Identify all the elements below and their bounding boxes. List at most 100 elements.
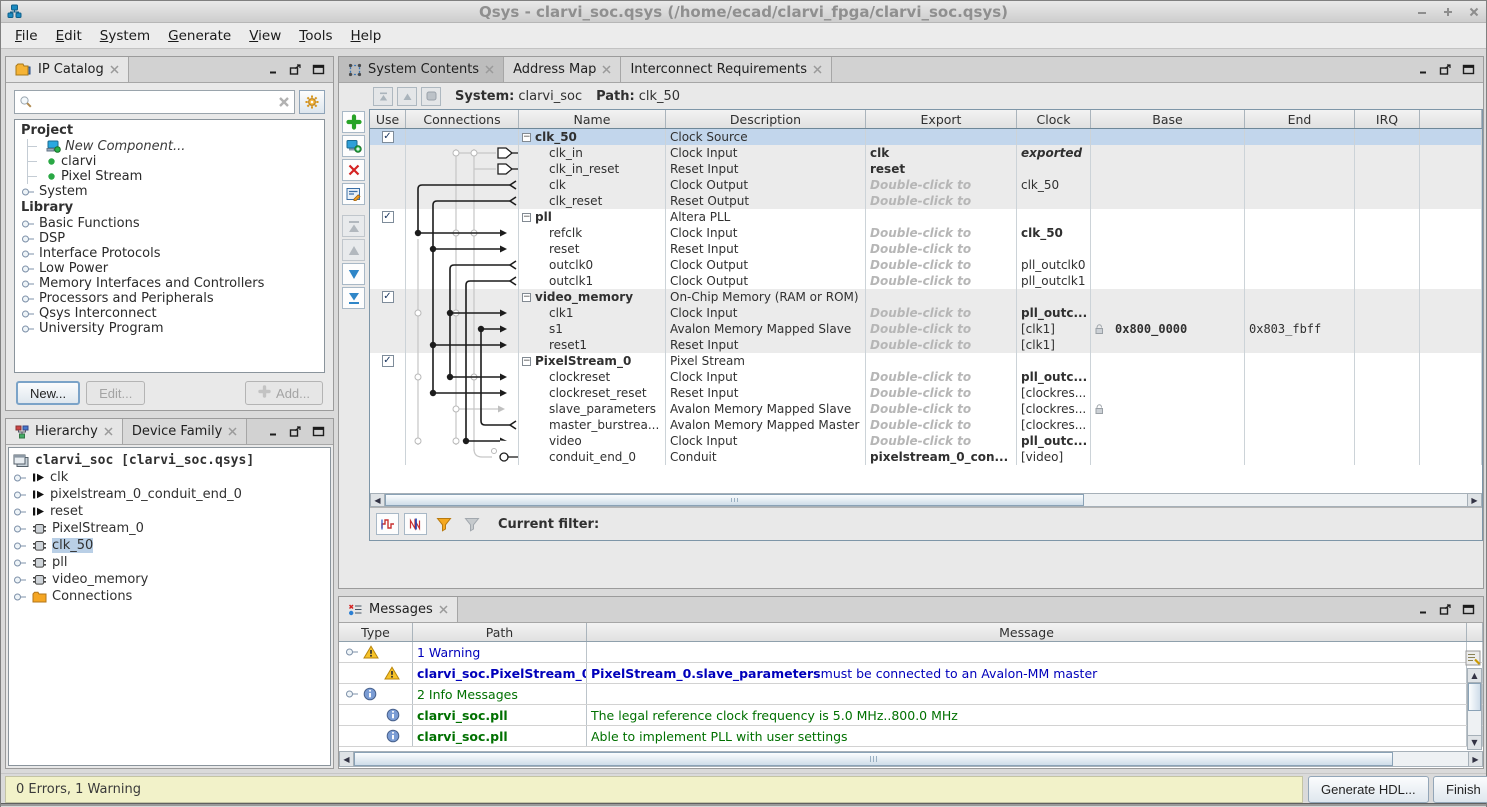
tree-item-interface-protocols[interactable]: Interface Protocols xyxy=(19,246,324,261)
tab-ip-catalog[interactable]: IP Catalog xyxy=(6,57,129,82)
panel-float-icon[interactable] xyxy=(289,426,302,438)
base-cell[interactable] xyxy=(1091,257,1245,273)
export-cell[interactable]: Double-click to xyxy=(866,241,1017,257)
clock-cell[interactable] xyxy=(1017,353,1091,369)
table-row-s1[interactable]: s1Avalon Memory Mapped SlaveDouble-click… xyxy=(370,321,1482,337)
table-row-master-burstrea-[interactable]: master_burstrea...Avalon Memory Mapped M… xyxy=(370,417,1482,433)
use-checkbox[interactable]: ✓ xyxy=(382,211,394,223)
table-row-conduit-end-0[interactable]: conduit_end_0Conduitpixelstream_0_con...… xyxy=(370,449,1482,465)
export-cell[interactable]: Double-click to xyxy=(866,305,1017,321)
tab-hierarchy[interactable]: Hierarchy xyxy=(6,419,123,444)
scroll-down-arrow[interactable]: ▼ xyxy=(1468,735,1481,749)
move-up-button[interactable] xyxy=(342,239,365,261)
clock-cell[interactable]: pll_outc... xyxy=(1017,369,1091,385)
panel-maximize-icon[interactable] xyxy=(312,64,325,75)
message-row-1[interactable]: clarvi_soc.PixelStream_0PixelStream_0.sl… xyxy=(339,663,1483,684)
table-row-video-memory[interactable]: ✓−video_memoryOn-Chip Memory (RAM or ROM… xyxy=(370,289,1482,305)
search-input[interactable] xyxy=(37,95,274,109)
clock-cell[interactable] xyxy=(1017,161,1091,177)
scroll-right-arrow[interactable]: ▶ xyxy=(1468,752,1482,766)
hierarchy-item-pixelstream_0[interactable]: PixelStream_0 xyxy=(13,520,330,537)
base-cell[interactable] xyxy=(1091,385,1245,401)
irq-cell[interactable] xyxy=(1355,305,1420,321)
export-cell[interactable]: Double-click to xyxy=(866,433,1017,449)
table-row-clockreset-reset[interactable]: clockreset_resetReset InputDouble-click … xyxy=(370,385,1482,401)
hierarchy-item-pll[interactable]: pll xyxy=(13,554,330,571)
collapse-toggle[interactable]: − xyxy=(522,293,531,302)
clock-cell[interactable] xyxy=(1017,289,1091,305)
clock-cell[interactable] xyxy=(1017,129,1091,145)
table-row-refclk[interactable]: refclkClock InputDouble-click toclk_50 xyxy=(370,225,1482,241)
scroll-thumb[interactable] xyxy=(1468,683,1481,711)
clock-cell[interactable]: exported xyxy=(1017,145,1091,161)
table-row-reset[interactable]: resetReset InputDouble-click to xyxy=(370,241,1482,257)
use-checkbox[interactable]: ✓ xyxy=(382,291,394,303)
scroll-thumb[interactable] xyxy=(385,494,1084,506)
move-down-button[interactable] xyxy=(342,263,365,285)
export-cell[interactable]: Double-click to xyxy=(866,337,1017,353)
tree-item-pixel-stream[interactable]: Pixel Stream xyxy=(19,169,324,184)
clear-filter-button[interactable] xyxy=(460,513,483,535)
irq-cell[interactable] xyxy=(1355,161,1420,177)
export-cell[interactable] xyxy=(866,209,1017,225)
export-cell[interactable]: Double-click to xyxy=(866,257,1017,273)
base-cell[interactable] xyxy=(1091,449,1245,465)
base-cell[interactable] xyxy=(1091,225,1245,241)
edit-button[interactable]: Edit... xyxy=(86,381,145,405)
panel-minimize-icon[interactable] xyxy=(1418,604,1429,615)
base-cell[interactable] xyxy=(1091,161,1245,177)
column-header-message[interactable]: Message xyxy=(587,623,1467,641)
message-row-2[interactable]: 2 Info Messages xyxy=(339,684,1483,705)
tab-device-family[interactable]: Device Family xyxy=(123,419,247,444)
base-cell[interactable] xyxy=(1091,417,1245,433)
column-header-path[interactable]: Path xyxy=(413,623,587,641)
table-horizontal-scrollbar[interactable]: ◀ ▶ xyxy=(370,493,1482,507)
hierarchy-item-pixelstream_0_conduit_end_0[interactable]: pixelstream_0_conduit_end_0 xyxy=(13,486,330,503)
column-header-name[interactable]: Name xyxy=(519,110,666,128)
messages-vertical-scrollbar[interactable]: ▲ ▼ xyxy=(1467,668,1482,750)
clock-cell[interactable]: pll_outclk1 xyxy=(1017,273,1091,289)
move-to-bottom-button[interactable] xyxy=(342,287,365,309)
irq-cell[interactable] xyxy=(1355,321,1420,337)
scroll-right-arrow[interactable]: ▶ xyxy=(1467,494,1481,506)
clock-cell[interactable] xyxy=(1017,209,1091,225)
tab-close-icon[interactable] xyxy=(813,65,822,74)
export-cell[interactable]: clk xyxy=(866,145,1017,161)
clock-cell[interactable]: [video] xyxy=(1017,449,1091,465)
column-header-use[interactable]: Use xyxy=(370,110,406,128)
irq-cell[interactable] xyxy=(1355,273,1420,289)
irq-cell[interactable] xyxy=(1355,177,1420,193)
base-cell[interactable] xyxy=(1091,193,1245,209)
panel-minimize-icon[interactable] xyxy=(268,64,279,75)
irq-cell[interactable] xyxy=(1355,241,1420,257)
base-cell[interactable] xyxy=(1091,369,1245,385)
generate-hdl-button[interactable]: Generate HDL... xyxy=(1308,776,1429,803)
lock-icon[interactable] xyxy=(1094,403,1105,415)
hierarchy-root[interactable]: clarvi_soc [clarvi_soc.qsys] xyxy=(13,452,330,469)
irq-cell[interactable] xyxy=(1355,337,1420,353)
use-checkbox[interactable]: ✓ xyxy=(382,355,394,367)
panel-minimize-icon[interactable] xyxy=(268,426,279,437)
irq-cell[interactable] xyxy=(1355,385,1420,401)
tree-item-processors-and-peripherals[interactable]: Processors and Peripherals xyxy=(19,291,324,306)
use-checkbox[interactable]: ✓ xyxy=(382,131,394,143)
irq-cell[interactable] xyxy=(1355,193,1420,209)
base-cell[interactable] xyxy=(1091,145,1245,161)
add-button[interactable]: Add... xyxy=(245,381,323,405)
export-cell[interactable] xyxy=(866,353,1017,369)
tab-messages[interactable]: Messages xyxy=(339,597,458,622)
tree-item-memory-interfaces-and-controllers[interactable]: Memory Interfaces and Controllers xyxy=(19,276,324,291)
tree-item-low-power[interactable]: Low Power xyxy=(19,261,324,276)
export-cell[interactable]: Double-click to xyxy=(866,273,1017,289)
table-row-clockreset[interactable]: clockresetClock InputDouble-click topll_… xyxy=(370,369,1482,385)
table-row-clk[interactable]: clkClock OutputDouble-click toclk_50 xyxy=(370,177,1482,193)
base-cell[interactable] xyxy=(1091,305,1245,321)
expand-toggle-icon[interactable] xyxy=(345,687,359,701)
clock-cell[interactable]: pll_outc... xyxy=(1017,305,1091,321)
table-row-clk-in[interactable]: clk_inClock Inputclkexported xyxy=(370,145,1482,161)
base-cell[interactable] xyxy=(1091,289,1245,305)
filter-button[interactable] xyxy=(432,513,455,535)
window-minimize-icon[interactable] xyxy=(1416,6,1428,18)
table-row-outclk0[interactable]: outclk0Clock OutputDouble-click topll_ou… xyxy=(370,257,1482,273)
clock-cell[interactable]: [clockres... xyxy=(1017,401,1091,417)
